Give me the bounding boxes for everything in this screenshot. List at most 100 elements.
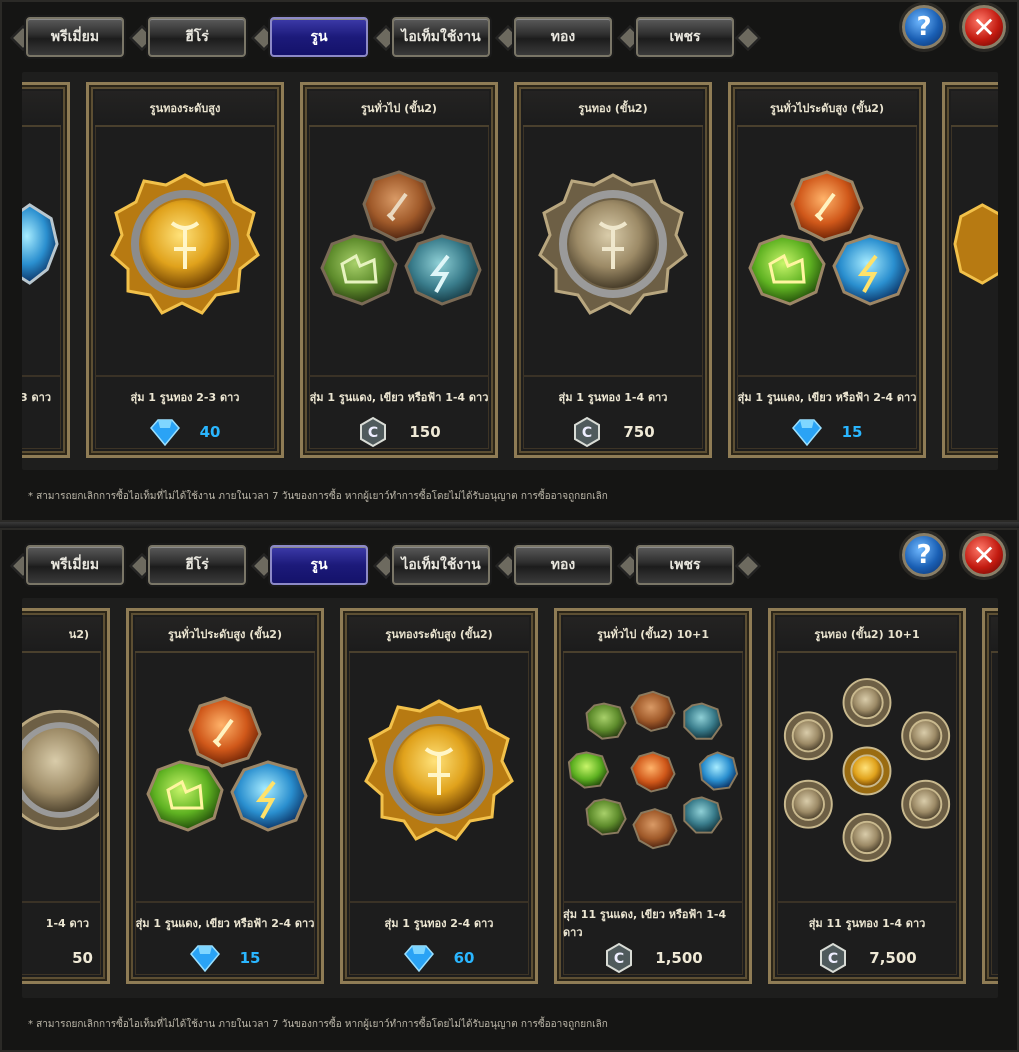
shop-panel-top: พรีเมี่ยม ฮีโร่ รูน ไอเท็มใช้งาน ทอง เพช… xyxy=(0,0,1019,522)
svg-text:C: C xyxy=(614,951,624,967)
product-card[interactable]: รูนทั่วไประดับสูง (ขั้น2) สุ่ม 1 รูนแดง,… xyxy=(728,82,926,458)
buy-button[interactable]: 40 xyxy=(89,415,281,449)
product-carousel[interactable]: น2) 1-4 ดาว 50 รูนทั่วไประดับสูง (ขั้น2) xyxy=(22,598,998,998)
card-description: สุ่ม 1 รูนทอง 1-4 ดาว xyxy=(523,375,703,417)
close-button[interactable]: ✕ xyxy=(962,533,1006,577)
price-value: 7,500 xyxy=(869,949,917,967)
buy-button[interactable]: C 1,500 xyxy=(557,941,749,975)
gold-rune-cluster-icon xyxy=(783,678,951,862)
price-value: 150 xyxy=(409,423,441,441)
card-title: รูนทั่วไป (ขั้น2) xyxy=(309,91,489,127)
buy-button[interactable]: C 750 xyxy=(517,415,709,449)
card-image xyxy=(953,131,998,357)
help-button[interactable]: ? xyxy=(902,5,946,49)
card-image xyxy=(565,657,741,883)
tab-gold[interactable]: ทอง xyxy=(514,17,612,57)
tab-gold[interactable]: ทอง xyxy=(514,545,612,585)
card-title: รูนทองระดับสูง (ขั้น2) xyxy=(349,617,529,653)
card-image xyxy=(739,131,915,357)
buy-button[interactable]: C 7,500 xyxy=(771,941,963,975)
rune-cluster-icon xyxy=(567,690,739,850)
shop-panel-bottom: พรีเมี่ยม ฮีโร่ รูน ไอเท็มใช้งาน ทอง เพช… xyxy=(0,528,1019,1052)
price-value: 60 xyxy=(453,949,475,967)
tab-premium[interactable]: พรีเมี่ยม xyxy=(26,545,124,585)
svg-text:C: C xyxy=(828,951,838,967)
tab-rune[interactable]: รูน xyxy=(270,545,368,585)
three-runes-bright-icon xyxy=(146,696,308,832)
diamond-icon xyxy=(149,419,180,446)
buy-button[interactable]: 60 xyxy=(343,941,535,975)
crystal-coin-icon: C xyxy=(574,416,601,448)
card-image xyxy=(779,657,955,883)
product-card-partial-left[interactable]: 3 ดาว xyxy=(22,82,70,458)
tab-bar: พรีเมี่ยม ฮีโร่ รูน ไอเท็มใช้งาน ทอง เพช… xyxy=(10,13,761,63)
card-description: สุ่ม 1 รูนแดง, เขียว หรือฟ้า 1-4 ดาว xyxy=(309,375,489,417)
tab-diamond[interactable]: เพชร xyxy=(636,545,734,585)
product-card[interactable]: รูนทองระดับสูง (ขั้น2) สุ่ม 1 รูนทอง 2-4… xyxy=(340,608,538,984)
product-card[interactable]: รูนทั่วไป (ขั้น2) 10+1 สุ่ม 11 รูนแดง, เ… xyxy=(554,608,752,984)
bronze-rune-icon xyxy=(22,709,99,831)
product-card[interactable]: รูนทองระดับสูง สุ่ม 1 รูนทอง 2-3 ดาว 40 xyxy=(86,82,284,458)
tab-hero[interactable]: ฮีโร่ xyxy=(148,17,246,57)
crystal-coin-icon: C xyxy=(820,942,847,974)
tab-diamond[interactable]: เพชร xyxy=(636,17,734,57)
tab-hero[interactable]: ฮีโร่ xyxy=(148,545,246,585)
gold-rune-icon xyxy=(110,173,260,315)
product-card[interactable]: รูนทั่วไป (ขั้น2) สุ่ม 1 รูนแดง, เขียว ห… xyxy=(300,82,498,458)
card-image xyxy=(22,657,99,883)
diamond-icon xyxy=(403,945,434,972)
card-title xyxy=(22,91,61,127)
price-value: 750 xyxy=(623,423,655,441)
tab-usable-items[interactable]: ไอเท็มใช้งาน xyxy=(392,545,490,585)
three-runes-icon xyxy=(320,170,482,306)
card-description: สุ่ม 11 รูนทอง 1-4 ดาว xyxy=(777,901,957,943)
price-value: 15 xyxy=(239,949,261,967)
product-card-partial-right[interactable] xyxy=(942,82,998,458)
card-title: รูนทองระดับสูง xyxy=(95,91,275,127)
three-runes-bright-icon xyxy=(748,170,910,306)
buy-button[interactable]: C 150 xyxy=(303,415,495,449)
buy-button[interactable]: 50 xyxy=(22,941,107,975)
buy-button[interactable]: 15 xyxy=(731,415,923,449)
card-title: น2) xyxy=(22,617,101,653)
product-card[interactable]: รูนทั่วไประดับสูง (ขั้น2) สุ่ม 1 รูนแดง,… xyxy=(126,608,324,984)
tab-bar: พรีเมี่ยม ฮีโร่ รูน ไอเท็มใช้งาน ทอง เพช… xyxy=(10,541,761,591)
card-title: รูนทั่วไประดับสูง (ขั้น2) xyxy=(135,617,315,653)
product-card-partial-left[interactable]: น2) 1-4 ดาว 50 xyxy=(22,608,110,984)
card-image xyxy=(351,657,527,883)
price-value: 50 xyxy=(72,949,93,967)
product-card-partial-right[interactable] xyxy=(982,608,998,984)
help-button[interactable]: ? xyxy=(902,533,946,577)
help-icon: ? xyxy=(916,12,932,42)
card-description: 1-4 ดาว xyxy=(22,901,101,943)
svg-text:C: C xyxy=(582,425,592,441)
card-title: รูนทั่วไป (ขั้น2) 10+1 xyxy=(563,617,743,653)
card-image xyxy=(525,131,701,357)
card-description: สุ่ม 1 รูนแดง, เขียว หรือฟ้า 2-4 ดาว xyxy=(135,901,315,943)
blue-rune-icon xyxy=(22,203,59,285)
card-image xyxy=(311,131,487,357)
card-image xyxy=(22,131,59,357)
card-title xyxy=(991,617,998,653)
close-button[interactable]: ✕ xyxy=(962,5,1006,49)
tab-usable-items[interactable]: ไอเท็มใช้งาน xyxy=(392,17,490,57)
product-card[interactable]: รูนทอง (ขั้น2) สุ่ม 1 รูนทอง 1-4 ดาว C 7… xyxy=(514,82,712,458)
card-description: สุ่ม 1 รูนแดง, เขียว หรือฟ้า 2-4 ดาว xyxy=(737,375,917,417)
buy-button[interactable]: 15 xyxy=(129,941,321,975)
product-card[interactable]: รูนทอง (ขั้น2) 10+1 สุ่ม 11 รูนทอง 1-4 ด… xyxy=(768,608,966,984)
gold-rune-icon xyxy=(953,203,998,285)
card-description: สุ่ม 1 รูนทอง 2-4 ดาว xyxy=(349,901,529,943)
product-carousel[interactable]: 3 ดาว รูนทองระดับสูง สุ่ม 1 รูนทอง 2-3 ด… xyxy=(22,72,998,470)
price-value: 15 xyxy=(841,423,863,441)
diamond-icon xyxy=(189,945,220,972)
refund-notice: * สามารถยกเลิกการซื้อไอเท็มที่ไม่ได้ใช้ง… xyxy=(28,1019,608,1030)
tab-premium[interactable]: พรีเมี่ยม xyxy=(26,17,124,57)
card-title: รูนทั่วไประดับสูง (ขั้น2) xyxy=(737,91,917,127)
tab-divider xyxy=(735,25,761,51)
crystal-coin-icon: C xyxy=(606,942,633,974)
tab-divider xyxy=(735,553,761,579)
card-title: รูนทอง (ขั้น2) 10+1 xyxy=(777,617,957,653)
tab-rune[interactable]: รูน xyxy=(270,17,368,57)
refund-notice: * สามารถยกเลิกการซื้อไอเท็มที่ไม่ได้ใช้ง… xyxy=(28,491,608,502)
crystal-coin-icon: C xyxy=(360,416,387,448)
